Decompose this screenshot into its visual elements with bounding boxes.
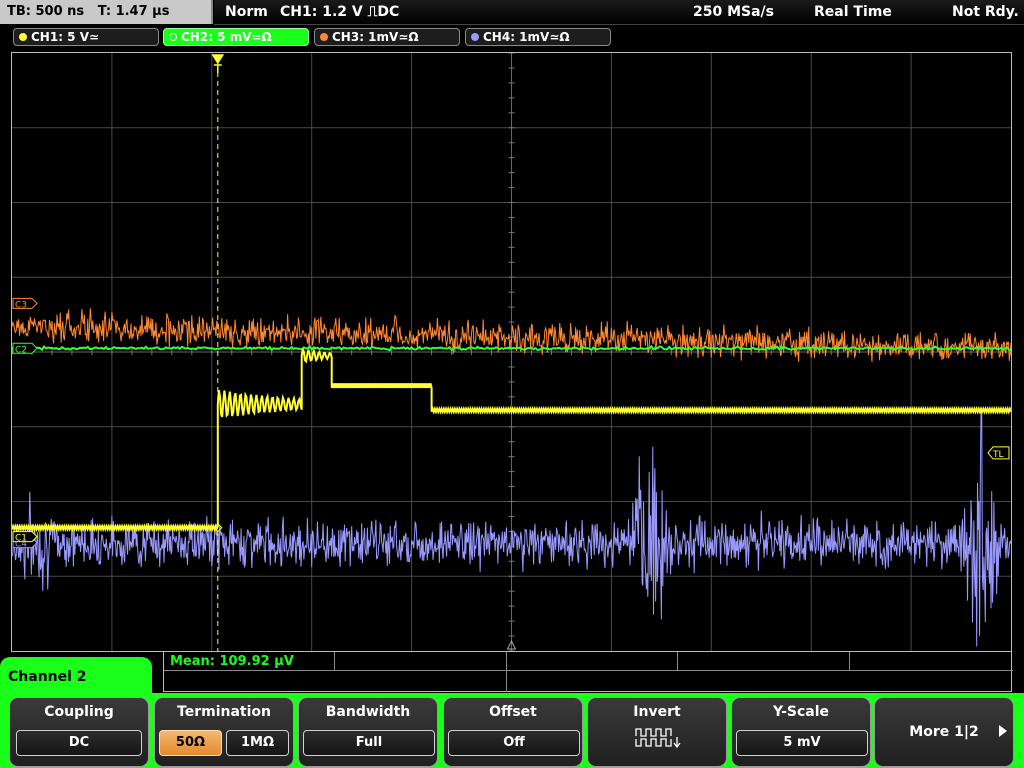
channel-tab-ch2[interactable]: CH2: 5 mV≃Ω bbox=[163, 28, 309, 46]
measurement-area: Mean: 109.92 µV bbox=[163, 652, 1013, 692]
offset-softkey[interactable]: Offset Off bbox=[443, 697, 583, 767]
chevron-right-icon bbox=[999, 725, 1007, 737]
run-status: Not Rdy. bbox=[952, 4, 1019, 20]
meas-divider bbox=[164, 670, 1013, 671]
meas-divider bbox=[849, 652, 850, 670]
termination-50ohm-button[interactable]: 50Ω bbox=[159, 730, 222, 756]
yscale-softkey[interactable]: Y-Scale 5 mV bbox=[731, 697, 871, 767]
trigger-mode[interactable]: Norm bbox=[225, 0, 268, 24]
coupling-label: Coupling bbox=[44, 704, 114, 720]
svg-text:C2: C2 bbox=[15, 345, 27, 355]
trigger-time-value: T: 1.47 µs bbox=[97, 4, 170, 19]
channel-tab-label: CH3: 1mV≃Ω bbox=[332, 30, 419, 44]
ch1-color-dot bbox=[19, 33, 27, 41]
timebase-value: TB: 500 ns bbox=[7, 4, 85, 19]
waveform-canvas: C3C2C4C1TL bbox=[12, 53, 1011, 651]
bandwidth-softkey[interactable]: Bandwidth Full bbox=[298, 697, 438, 767]
termination-1mohm-button[interactable]: 1MΩ bbox=[226, 730, 289, 756]
meas-divider bbox=[677, 652, 678, 670]
yscale-button[interactable]: 5 mV bbox=[736, 730, 868, 756]
trigger-info[interactable]: CH1: 1.2 V ⎍DC bbox=[280, 0, 399, 24]
more-label: More 1|2 bbox=[909, 724, 979, 740]
offset-label: Offset bbox=[489, 704, 537, 720]
coupling-button[interactable]: DC bbox=[16, 730, 142, 756]
invert-softkey[interactable]: Invert bbox=[587, 697, 727, 767]
channel-tab-ch4[interactable]: CH4: 1mV≃Ω bbox=[465, 28, 611, 46]
termination-softkey[interactable]: Termination 50Ω 1MΩ bbox=[154, 697, 294, 767]
channel-marker-ch2[interactable]: C2 bbox=[12, 342, 38, 355]
yscale-label: Y-Scale bbox=[772, 704, 829, 720]
invert-label: Invert bbox=[633, 704, 681, 720]
mean-measurement: Mean: 109.92 µV bbox=[170, 654, 294, 669]
ch3-color-dot bbox=[320, 33, 328, 41]
channel-tab-label: CH1: 5 V≃ bbox=[31, 30, 100, 44]
graticule bbox=[12, 53, 1011, 651]
waveform-display[interactable]: C3 C2 C4 C1 TL bbox=[11, 52, 1012, 652]
timebase-box[interactable]: TB: 500 ns T: 1.47 µs bbox=[0, 0, 213, 24]
acquisition-mode: Real Time bbox=[814, 4, 892, 20]
more-softkey[interactable]: More 1|2 bbox=[874, 697, 1014, 767]
channel-tab-label: CH4: 1mV≃Ω bbox=[483, 30, 570, 44]
sample-rate: 250 MSa/s bbox=[693, 4, 775, 20]
invert-waveform-icon bbox=[635, 728, 681, 749]
channel-tab-ch3[interactable]: CH3: 1mV≃Ω bbox=[314, 28, 460, 46]
svg-text:TL: TL bbox=[992, 450, 1004, 460]
channel-tab-label: CH2: 5 mV≃Ω bbox=[181, 30, 272, 44]
trigger-level-marker[interactable]: TL bbox=[987, 446, 1010, 460]
svg-text:C1: C1 bbox=[15, 534, 27, 544]
ch2-color-dot bbox=[169, 33, 177, 41]
menu-title: Channel 2 bbox=[8, 669, 87, 685]
svg-text:C3: C3 bbox=[15, 300, 27, 310]
bandwidth-label: Bandwidth bbox=[325, 704, 411, 720]
bandwidth-button[interactable]: Full bbox=[303, 730, 435, 756]
coupling-softkey[interactable]: Coupling DC bbox=[9, 697, 149, 767]
termination-label: Termination bbox=[177, 704, 271, 720]
status-bar: TB: 500 ns T: 1.47 µs Norm CH1: 1.2 V ⎍D… bbox=[0, 0, 1024, 25]
offset-button[interactable]: Off bbox=[448, 730, 580, 756]
meas-divider bbox=[334, 652, 335, 670]
ch4-color-dot bbox=[471, 33, 479, 41]
channel-marker-ch3[interactable]: C3 bbox=[12, 297, 38, 310]
menu-title-tab: Channel 2 bbox=[0, 657, 152, 697]
meas-divider bbox=[506, 652, 507, 692]
trigger-position-marker[interactable] bbox=[211, 54, 225, 73]
channel-tab-ch1[interactable]: CH1: 5 V≃ bbox=[13, 28, 159, 46]
